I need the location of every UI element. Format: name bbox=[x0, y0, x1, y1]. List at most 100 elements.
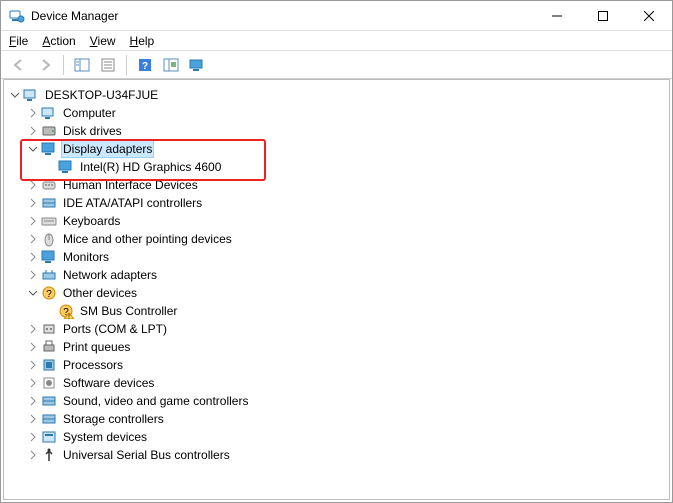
tree-item[interactable]: Ports (COM & LPT) bbox=[8, 320, 665, 338]
chevron-right-icon[interactable] bbox=[26, 412, 40, 426]
chevron-down-icon[interactable] bbox=[26, 286, 40, 300]
tree-item-label[interactable]: Monitors bbox=[61, 248, 111, 266]
help-button[interactable]: ? bbox=[133, 54, 157, 76]
tree-child-label[interactable]: SM Bus Controller bbox=[78, 302, 179, 320]
device-category-icon bbox=[41, 393, 57, 409]
tree-item[interactable]: Storage controllers bbox=[8, 410, 665, 428]
scan-button[interactable] bbox=[159, 54, 183, 76]
toolbar-separator bbox=[126, 55, 127, 75]
tree-item[interactable]: ?Other devices bbox=[8, 284, 665, 302]
menu-help[interactable]: Help bbox=[130, 34, 155, 48]
chevron-right-icon[interactable] bbox=[26, 268, 40, 282]
chevron-right-icon[interactable] bbox=[26, 376, 40, 390]
device-category-icon bbox=[41, 375, 57, 391]
maximize-button[interactable] bbox=[580, 1, 626, 31]
tree-item[interactable]: Display adapters bbox=[8, 140, 665, 158]
title-bar: Device Manager bbox=[1, 1, 672, 31]
chevron-down-icon[interactable] bbox=[8, 88, 22, 102]
minimize-button[interactable] bbox=[534, 1, 580, 31]
tree-item[interactable]: Software devices bbox=[8, 374, 665, 392]
tree-item[interactable]: IDE ATA/ATAPI controllers bbox=[8, 194, 665, 212]
device-category-icon bbox=[41, 357, 57, 373]
tree-item[interactable]: Monitors bbox=[8, 248, 665, 266]
tree-child-item[interactable]: ?!SM Bus Controller bbox=[8, 302, 665, 320]
svg-text:?: ? bbox=[142, 61, 148, 72]
toolbar: ? bbox=[1, 51, 672, 79]
device-category-icon bbox=[41, 213, 57, 229]
tree-item[interactable]: Processors bbox=[8, 356, 665, 374]
tree-item-label[interactable]: Other devices bbox=[61, 284, 139, 302]
tree-item[interactable]: Print queues bbox=[8, 338, 665, 356]
forward-button[interactable] bbox=[33, 54, 57, 76]
tree-item-label[interactable]: Computer bbox=[61, 104, 118, 122]
window-title: Device Manager bbox=[31, 9, 118, 23]
chevron-right-icon[interactable] bbox=[26, 322, 40, 336]
tree-item-label[interactable]: Mice and other pointing devices bbox=[61, 230, 234, 248]
tree-item-label[interactable]: Ports (COM & LPT) bbox=[61, 320, 169, 338]
tree-item[interactable]: Computer bbox=[8, 104, 665, 122]
tree-item[interactable]: Disk drives bbox=[8, 122, 665, 140]
monitor-button[interactable] bbox=[185, 54, 209, 76]
tree-item[interactable]: Keyboards bbox=[8, 212, 665, 230]
device-category-icon bbox=[41, 429, 57, 445]
menu-view[interactable]: View bbox=[90, 34, 116, 48]
tree-item-label[interactable]: Disk drives bbox=[61, 122, 124, 140]
tree-root[interactable]: DESKTOP-U34FJUE bbox=[8, 86, 665, 104]
tree-item-label[interactable]: Processors bbox=[61, 356, 125, 374]
chevron-right-icon[interactable] bbox=[26, 106, 40, 120]
properties-button[interactable] bbox=[96, 54, 120, 76]
tree-item-label[interactable]: IDE ATA/ATAPI controllers bbox=[61, 194, 204, 212]
tree-item-label[interactable]: Storage controllers bbox=[61, 410, 166, 428]
chevron-right-icon[interactable] bbox=[26, 124, 40, 138]
chevron-right-icon[interactable] bbox=[26, 232, 40, 246]
back-button[interactable] bbox=[7, 54, 31, 76]
device-category-icon bbox=[41, 267, 57, 283]
tree-item-label[interactable]: Keyboards bbox=[61, 212, 122, 230]
chevron-right-icon[interactable] bbox=[26, 214, 40, 228]
chevron-right-icon[interactable] bbox=[26, 250, 40, 264]
chevron-right-icon[interactable] bbox=[26, 448, 40, 462]
tree-item-label[interactable]: Universal Serial Bus controllers bbox=[61, 446, 232, 464]
chevron-right-icon[interactable] bbox=[26, 430, 40, 444]
tree-child-item[interactable]: Intel(R) HD Graphics 4600 bbox=[8, 158, 665, 176]
svg-text:!: ! bbox=[68, 314, 70, 319]
show-hide-tree-button[interactable] bbox=[70, 54, 94, 76]
device-category-icon bbox=[41, 249, 57, 265]
device-tree[interactable]: DESKTOP-U34FJUE ComputerDisk drivesDispl… bbox=[3, 79, 670, 500]
tree-item[interactable]: Mice and other pointing devices bbox=[8, 230, 665, 248]
tree-item-label[interactable]: Software devices bbox=[61, 374, 156, 392]
tree-item[interactable]: System devices bbox=[8, 428, 665, 446]
tree-item[interactable]: Sound, video and game controllers bbox=[8, 392, 665, 410]
menu-bar: File Action View Help bbox=[1, 31, 672, 51]
close-button[interactable] bbox=[626, 1, 672, 31]
chevron-right-icon[interactable] bbox=[26, 358, 40, 372]
device-category-icon bbox=[41, 195, 57, 211]
menu-action[interactable]: Action bbox=[42, 34, 75, 48]
chevron-down-icon[interactable] bbox=[26, 142, 40, 156]
chevron-right-icon[interactable] bbox=[26, 178, 40, 192]
device-category-icon bbox=[41, 447, 57, 463]
computer-icon bbox=[23, 87, 39, 103]
device-category-icon bbox=[41, 123, 57, 139]
tree-item-label[interactable]: System devices bbox=[61, 428, 149, 446]
tree-item[interactable]: Network adapters bbox=[8, 266, 665, 284]
chevron-right-icon[interactable] bbox=[26, 340, 40, 354]
tree-item-label[interactable]: Human Interface Devices bbox=[61, 176, 200, 194]
tree-item[interactable]: Human Interface Devices bbox=[8, 176, 665, 194]
chevron-right-icon[interactable] bbox=[26, 196, 40, 210]
menu-file[interactable]: File bbox=[9, 34, 28, 48]
device-category-icon bbox=[41, 339, 57, 355]
device-category-icon: ? bbox=[41, 285, 57, 301]
tree-child-label[interactable]: Intel(R) HD Graphics 4600 bbox=[78, 158, 223, 176]
device-manager-icon bbox=[9, 8, 25, 24]
tree-item-label[interactable]: Display adapters bbox=[61, 140, 154, 158]
tree-item-label[interactable]: Sound, video and game controllers bbox=[61, 392, 250, 410]
device-category-icon bbox=[41, 321, 57, 337]
tree-item-label[interactable]: Network adapters bbox=[61, 266, 159, 284]
tree-item-label[interactable]: Print queues bbox=[61, 338, 132, 356]
toolbar-separator bbox=[63, 55, 64, 75]
device-category-icon bbox=[41, 411, 57, 427]
tree-root-label[interactable]: DESKTOP-U34FJUE bbox=[43, 86, 160, 104]
chevron-right-icon[interactable] bbox=[26, 394, 40, 408]
tree-item[interactable]: Universal Serial Bus controllers bbox=[8, 446, 665, 464]
